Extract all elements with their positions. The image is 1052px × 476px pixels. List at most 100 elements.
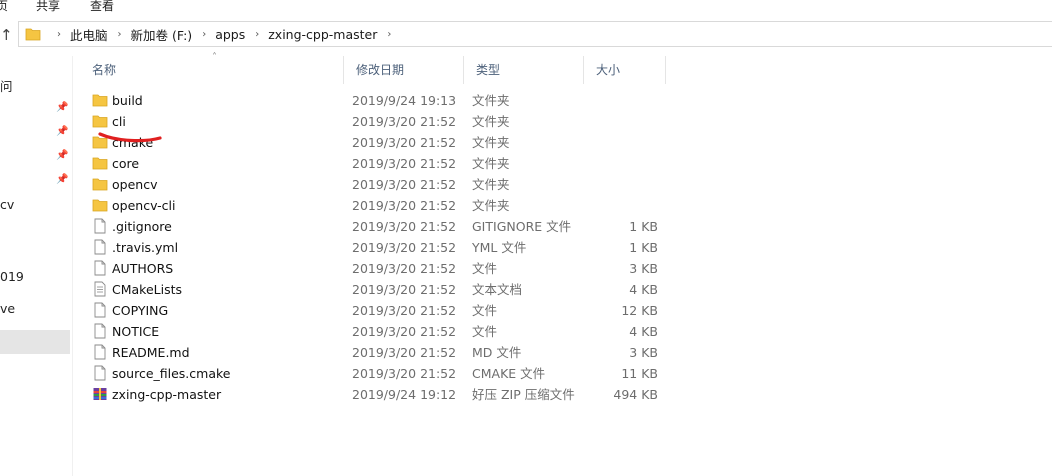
address-row: ↑ › 此电脑 › 新加卷 (F:) › apps › zxing-cpp-master › xyxy=(0,18,1052,52)
file-name: source_files.cmake xyxy=(112,366,231,381)
file-row[interactable]: zxing-cpp-master 2019/9/24 19:12 好压 ZIP 压缩… xyxy=(78,384,678,405)
chevron-right-icon[interactable]: › xyxy=(387,29,391,40)
file-row[interactable]: CMakeLists 2019/3/20 21:52 文本文档 4 KB xyxy=(78,279,678,300)
breadcrumb-item[interactable]: 新加卷 (F:) xyxy=(131,25,193,44)
file-type: 文件 xyxy=(472,324,498,339)
text-file-icon xyxy=(92,281,108,297)
file-date-modified: 2019/9/24 19:12 xyxy=(352,387,457,402)
file-date-modified: 2019/3/20 21:52 xyxy=(352,324,457,339)
file-row[interactable]: cli 2019/3/20 21:52 文件夹 xyxy=(78,111,678,132)
file-name: zxing-cpp-master xyxy=(112,387,222,402)
file-date-modified: 2019/3/20 21:52 xyxy=(352,303,457,318)
file-row[interactable]: source_files.cmake 2019/3/20 21:52 CMAKE 文… xyxy=(78,363,678,384)
file-type: 文件夹 xyxy=(472,135,510,150)
file-icon xyxy=(92,239,108,255)
file-name: .travis.yml xyxy=(112,240,179,255)
ribbon-tab-page[interactable]: 页 xyxy=(0,0,8,14)
file-row[interactable]: core 2019/3/20 21:52 文件夹 xyxy=(78,153,678,174)
file-name: opencv-cli xyxy=(112,198,176,213)
folder-icon xyxy=(92,197,108,213)
file-type: 文件夹 xyxy=(472,198,510,213)
file-size: 4 KB xyxy=(629,324,658,339)
chevron-right-icon[interactable]: › xyxy=(118,29,122,40)
file-icon xyxy=(92,344,108,360)
file-type: YML 文件 xyxy=(472,240,527,255)
file-row[interactable]: opencv-cli 2019/3/20 21:52 文件夹 xyxy=(78,195,678,216)
file-size xyxy=(592,132,658,153)
nav-item-selected[interactable] xyxy=(0,330,70,354)
file-size: 3 KB xyxy=(629,345,658,360)
column-size[interactable]: 大小 xyxy=(584,56,666,84)
column-type[interactable]: 类型 xyxy=(464,56,584,84)
file-name: AUTHORS xyxy=(112,261,174,276)
file-name: core xyxy=(112,156,140,171)
file-type: 文件夹 xyxy=(472,93,510,108)
file-size xyxy=(592,195,658,216)
file-row[interactable]: opencv 2019/3/20 21:52 文件夹 xyxy=(78,174,678,195)
file-row[interactable]: NOTICE 2019/3/20 21:52 文件 4 KB xyxy=(78,321,678,342)
breadcrumb-item[interactable]: apps xyxy=(215,27,245,42)
column-name[interactable]: 名称 xyxy=(80,56,344,84)
file-type: 文本文档 xyxy=(472,282,523,297)
file-date-modified: 2019/3/20 21:52 xyxy=(352,135,457,150)
file-type: GITIGNORE 文件 xyxy=(472,219,572,234)
file-size: 494 KB xyxy=(613,387,658,402)
file-type: 文件夹 xyxy=(472,177,510,192)
folder-icon xyxy=(25,28,41,41)
file-row[interactable]: COPYING 2019/3/20 21:52 文件 12 KB xyxy=(78,300,678,321)
file-name: build xyxy=(112,93,143,108)
file-icon xyxy=(92,302,108,318)
file-icon xyxy=(92,365,108,381)
file-row[interactable]: .travis.yml 2019/3/20 21:52 YML 文件 1 KB xyxy=(78,237,678,258)
file-size xyxy=(592,153,658,174)
file-size: 11 KB xyxy=(621,366,658,381)
ribbon-tabs: 页 共享 查看 xyxy=(0,0,1052,14)
file-date-modified: 2019/3/20 21:52 xyxy=(352,177,457,192)
pin-icon: 📌 xyxy=(56,150,69,161)
pin-icon: 📌 xyxy=(56,102,69,113)
file-row[interactable]: README.md 2019/3/20 21:52 MD 文件 3 KB xyxy=(78,342,678,363)
file-size: 12 KB xyxy=(621,303,658,318)
file-date-modified: 2019/3/20 21:52 xyxy=(352,156,457,171)
breadcrumb-item[interactable]: 此电脑 xyxy=(70,25,108,44)
zip-archive-icon xyxy=(92,386,108,402)
file-row[interactable]: .gitignore 2019/3/20 21:52 GITIGNORE 文件 1 K… xyxy=(78,216,678,237)
nav-item-fragment[interactable]: 019 xyxy=(0,269,24,284)
chevron-right-icon[interactable]: › xyxy=(202,29,206,40)
file-icon xyxy=(92,323,108,339)
file-size: 1 KB xyxy=(629,240,658,255)
navigation-pane: 问 📌 📌 📌 📌 cv 019 ve xyxy=(0,56,73,476)
file-name: NOTICE xyxy=(112,324,160,339)
breadcrumb-item[interactable]: zxing-cpp-master xyxy=(268,27,377,42)
file-icon xyxy=(92,260,108,276)
file-type: 好压 ZIP 压缩文件 xyxy=(472,387,575,402)
file-name: .gitignore xyxy=(112,219,172,234)
file-type: 文件 xyxy=(472,303,498,318)
column-date-modified[interactable]: 修改日期 xyxy=(344,56,464,84)
address-bar[interactable]: › 此电脑 › 新加卷 (F:) › apps › zxing-cpp-master › xyxy=(18,21,1052,47)
nav-item-fragment[interactable]: 问 xyxy=(0,76,13,95)
chevron-right-icon[interactable]: › xyxy=(57,29,61,40)
nav-item-fragment[interactable]: ve xyxy=(0,301,15,316)
file-name: README.md xyxy=(112,345,190,360)
file-size xyxy=(592,111,658,132)
file-row[interactable]: AUTHORS 2019/3/20 21:52 文件 3 KB xyxy=(78,258,678,279)
up-arrow-icon[interactable]: ↑ xyxy=(0,26,14,44)
folder-icon xyxy=(92,92,108,108)
ribbon-tab-view[interactable]: 查看 xyxy=(90,0,114,14)
chevron-right-icon[interactable]: › xyxy=(255,29,259,40)
file-date-modified: 2019/3/20 21:52 xyxy=(352,219,457,234)
file-size: 1 KB xyxy=(629,219,658,234)
file-type: 文件夹 xyxy=(472,156,510,171)
file-row[interactable]: build 2019/9/24 19:13 文件夹 xyxy=(78,90,678,111)
file-name: COPYING xyxy=(112,303,169,318)
file-icon xyxy=(92,218,108,234)
ribbon-tab-share[interactable]: 共享 xyxy=(36,0,60,14)
nav-item-fragment[interactable]: cv xyxy=(0,197,14,212)
file-row[interactable]: cmake 2019/3/20 21:52 文件夹 xyxy=(78,132,678,153)
file-date-modified: 2019/3/20 21:52 xyxy=(352,345,457,360)
breadcrumb: › 此电脑 › 新加卷 (F:) › apps › zxing-cpp-master › xyxy=(47,22,400,46)
red-annotation-underline xyxy=(98,132,162,143)
file-size xyxy=(592,174,658,195)
file-type: 文件夹 xyxy=(472,114,510,129)
